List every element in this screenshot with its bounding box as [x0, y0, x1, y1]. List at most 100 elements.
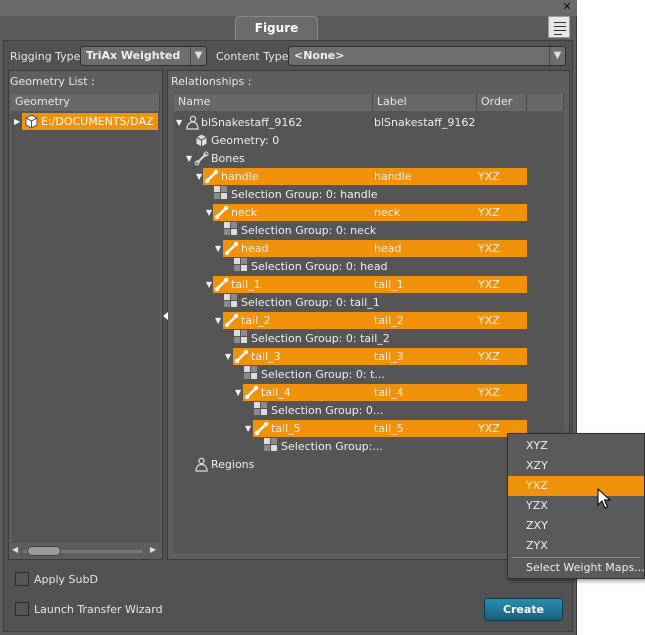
launch-transfer-wizard-checkbox[interactable]: [15, 602, 29, 616]
collapse-arrow-icon[interactable]: ▼: [235, 384, 244, 401]
mouse-cursor-icon: [597, 488, 611, 509]
regions-node[interactable]: Regions: [211, 456, 254, 473]
bone-order[interactable]: YXZ: [478, 312, 500, 329]
rigging-type-dropdown[interactable]: TriAx Weighted ▼: [80, 46, 207, 66]
bone-order[interactable]: YXZ: [478, 204, 500, 221]
selection-group-icon: [234, 258, 248, 272]
content-type-label: Content Type :: [216, 50, 296, 63]
selection-group-node[interactable]: Selection Group: 0...: [271, 402, 383, 419]
bone-icon: [214, 205, 229, 220]
menu-item-xzy[interactable]: XZY: [508, 456, 644, 476]
scroll-left-icon[interactable]: ◀: [12, 545, 18, 554]
selection-group-node[interactable]: Selection Group: 0: handle: [231, 186, 378, 203]
geometry-node[interactable]: Geometry: 0: [211, 132, 279, 149]
close-icon[interactable]: ✕: [561, 1, 573, 13]
root-figure-label[interactable]: blSnakestaff_9162: [374, 114, 475, 131]
bone-name[interactable]: tail_5: [271, 420, 301, 437]
collapse-arrow-icon[interactable]: ▼: [225, 348, 234, 365]
bone-label[interactable]: tail_2: [374, 312, 404, 329]
column-header-spacer: [527, 94, 564, 111]
pane-options-menu-icon[interactable]: [548, 16, 570, 38]
bone-name[interactable]: tail_4: [261, 384, 291, 401]
selection-group-icon: [234, 330, 248, 344]
content-type-value: <None>: [294, 49, 345, 62]
scroll-right-icon[interactable]: ▶: [150, 545, 156, 554]
bone-order[interactable]: YXZ: [478, 420, 500, 437]
menu-item-yxz[interactable]: YXZ: [508, 476, 644, 496]
rigging-type-value: TriAx Weighted: [86, 49, 181, 62]
collapse-arrow-icon[interactable]: ▼: [215, 312, 224, 329]
regions-icon: [195, 457, 208, 472]
rotation-order-menu: XYZ XZY YXZ YZX ZXY ZYX Select Weight Ma…: [507, 433, 645, 579]
menu-item-select-weight-maps[interactable]: Select Weight Maps...: [508, 558, 645, 578]
bone-order[interactable]: YXZ: [478, 384, 500, 401]
bone-label[interactable]: tail_5: [374, 420, 404, 437]
chevron-down-icon: ▼: [549, 47, 565, 65]
collapse-arrow-icon[interactable]: ▼: [215, 240, 224, 257]
pane-title-bar: ✕: [0, 0, 577, 16]
relationships-title: Relationships :: [171, 75, 252, 88]
bone-icon: [254, 421, 269, 436]
bone-label[interactable]: tail_3: [374, 348, 404, 365]
bone-icon: [234, 349, 249, 364]
scroll-thumb[interactable]: [27, 546, 61, 556]
selection-group-icon: [214, 186, 228, 200]
tab-figure-setup[interactable]: Figure Setup: [235, 16, 318, 58]
apply-subd-label: Apply SubD: [34, 573, 98, 586]
rigging-type-label: Rigging Type :: [10, 50, 88, 63]
bone-order[interactable]: YXZ: [478, 240, 500, 257]
collapse-arrow-icon[interactable]: ▼: [245, 420, 254, 437]
bone-label[interactable]: tail_4: [374, 384, 404, 401]
bone-label[interactable]: tail_1: [374, 276, 404, 293]
geometry-list-title: Geometry List :: [10, 75, 95, 88]
bone-name[interactable]: handle: [221, 168, 259, 185]
bone-label[interactable]: neck: [374, 204, 400, 221]
menu-item-yzx[interactable]: YZX: [508, 496, 644, 516]
geometry-horizontal-scrollbar[interactable]: ◀ ▶: [11, 545, 157, 557]
bone-icon: [244, 385, 259, 400]
column-header-name[interactable]: Name: [174, 94, 373, 111]
selection-group-node[interactable]: Selection Group: 0: t...: [261, 366, 385, 383]
selection-group-icon: [254, 402, 268, 416]
root-figure-name[interactable]: blSnakestaff_9162: [201, 114, 302, 131]
bone-name[interactable]: tail_2: [241, 312, 271, 329]
bones-node[interactable]: Bones: [211, 150, 245, 167]
bone-icon: [204, 169, 219, 184]
geometry-cube-icon: [25, 114, 38, 129]
geometry-column-header[interactable]: Geometry: [11, 94, 160, 111]
apply-subd-checkbox[interactable]: [15, 572, 29, 586]
selection-group-icon: [244, 366, 258, 380]
selection-group-icon: [224, 222, 238, 236]
column-header-order[interactable]: Order: [477, 94, 527, 111]
selection-group-node[interactable]: Selection Group: 0: tail_2: [251, 330, 390, 347]
chevron-down-icon: ▼: [190, 47, 206, 65]
panel-splitter-icon[interactable]: [163, 312, 168, 320]
bone-name[interactable]: neck: [231, 204, 257, 221]
selection-group-node[interactable]: Selection Group: 0: tail_1: [241, 294, 380, 311]
bone-order[interactable]: YXZ: [478, 168, 500, 185]
selection-group-node[interactable]: Selection Group:...: [281, 438, 383, 455]
bone-icon: [224, 241, 239, 256]
menu-item-xyz[interactable]: XYZ: [508, 436, 644, 456]
bone-label[interactable]: handle: [374, 168, 412, 185]
bone-order[interactable]: YXZ: [478, 276, 500, 293]
menu-item-zxy[interactable]: ZXY: [508, 516, 644, 536]
bone-name[interactable]: tail_1: [231, 276, 261, 293]
selection-group-icon: [224, 294, 238, 308]
selection-group-node[interactable]: Selection Group: 0: head: [251, 258, 388, 275]
selection-group-icon: [264, 438, 278, 452]
bone-icon: [224, 313, 239, 328]
column-header-label[interactable]: Label: [373, 94, 477, 111]
content-type-dropdown[interactable]: <None> ▼: [288, 46, 566, 66]
bones-icon: [194, 151, 209, 166]
selection-group-node[interactable]: Selection Group: 0: neck: [241, 222, 376, 239]
bone-label[interactable]: head: [374, 240, 401, 257]
menu-item-zyx[interactable]: ZYX: [508, 536, 644, 556]
bone-name[interactable]: head: [241, 240, 268, 257]
geometry-item-label[interactable]: E:/DOCUMENTS/DAZ 3D/: [41, 113, 158, 130]
launch-transfer-wizard-label: Launch Transfer Wizard: [34, 603, 163, 616]
bone-name[interactable]: tail_3: [251, 348, 281, 365]
geometry-list: [11, 111, 160, 543]
bone-order[interactable]: YXZ: [478, 348, 500, 365]
create-button[interactable]: Create: [484, 598, 563, 621]
